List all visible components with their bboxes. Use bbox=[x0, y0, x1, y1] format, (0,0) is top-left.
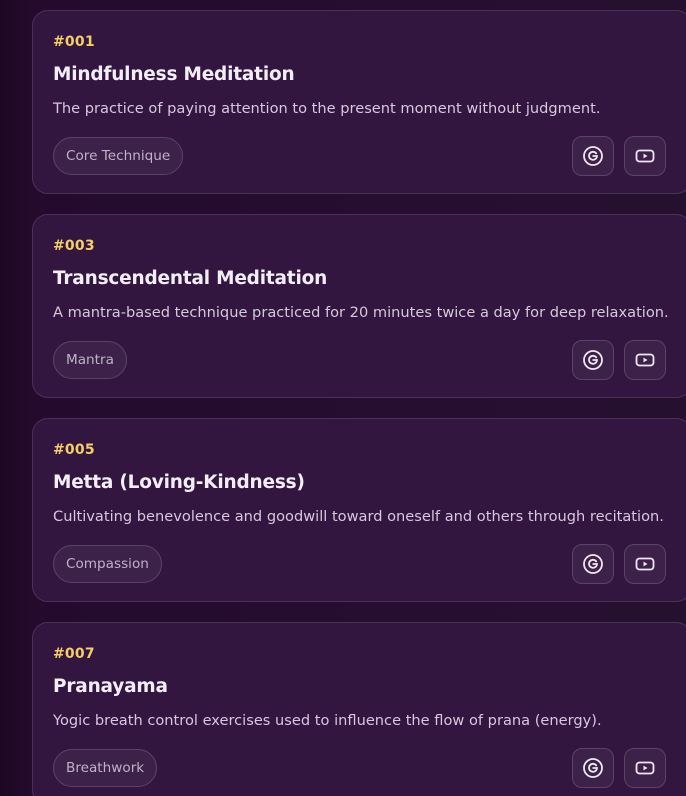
google-search-button[interactable] bbox=[572, 136, 614, 176]
google-icon bbox=[583, 350, 603, 370]
technique-card: #003 Transcendental Meditation A mantra-… bbox=[32, 214, 686, 398]
card-id: #005 bbox=[53, 442, 95, 458]
card-title: Pranayama bbox=[53, 676, 168, 697]
google-search-button[interactable] bbox=[572, 544, 614, 584]
youtube-button[interactable] bbox=[624, 340, 666, 380]
technique-list: #001 Mindfulness Meditation The practice… bbox=[0, 0, 686, 796]
technique-card: #007 Pranayama Yogic breath control exer… bbox=[32, 622, 686, 796]
category-tag[interactable]: Core Technique bbox=[53, 137, 184, 175]
video-play-icon bbox=[635, 761, 655, 775]
card-id: #001 bbox=[53, 34, 95, 50]
card-description: Cultivating benevolence and goodwill tow… bbox=[53, 508, 664, 525]
google-icon bbox=[583, 554, 603, 574]
google-search-button[interactable] bbox=[572, 340, 614, 380]
video-play-icon bbox=[635, 557, 655, 571]
card-description: The practice of paying attention to the … bbox=[53, 100, 601, 117]
google-icon bbox=[583, 146, 603, 166]
card-description: Yogic breath control exercises used to i… bbox=[53, 712, 602, 729]
card-description: A mantra-based technique practiced for 2… bbox=[53, 304, 669, 321]
video-play-icon bbox=[635, 353, 655, 367]
category-tag[interactable]: Compassion bbox=[53, 545, 162, 583]
google-icon bbox=[583, 758, 603, 778]
technique-card: #005 Metta (Loving-Kindness) Cultivating… bbox=[32, 418, 686, 602]
card-id: #007 bbox=[53, 646, 95, 662]
youtube-button[interactable] bbox=[624, 136, 666, 176]
google-search-button[interactable] bbox=[572, 748, 614, 788]
card-id: #003 bbox=[53, 238, 95, 254]
youtube-button[interactable] bbox=[624, 544, 666, 584]
card-title: Transcendental Meditation bbox=[53, 268, 328, 289]
youtube-button[interactable] bbox=[624, 748, 666, 788]
video-play-icon bbox=[635, 149, 655, 163]
category-tag[interactable]: Breathwork bbox=[53, 749, 158, 787]
card-title: Metta (Loving-Kindness) bbox=[53, 472, 305, 493]
technique-card: #001 Mindfulness Meditation The practice… bbox=[32, 10, 686, 194]
category-tag[interactable]: Mantra bbox=[53, 341, 127, 379]
card-title: Mindfulness Meditation bbox=[53, 64, 295, 85]
